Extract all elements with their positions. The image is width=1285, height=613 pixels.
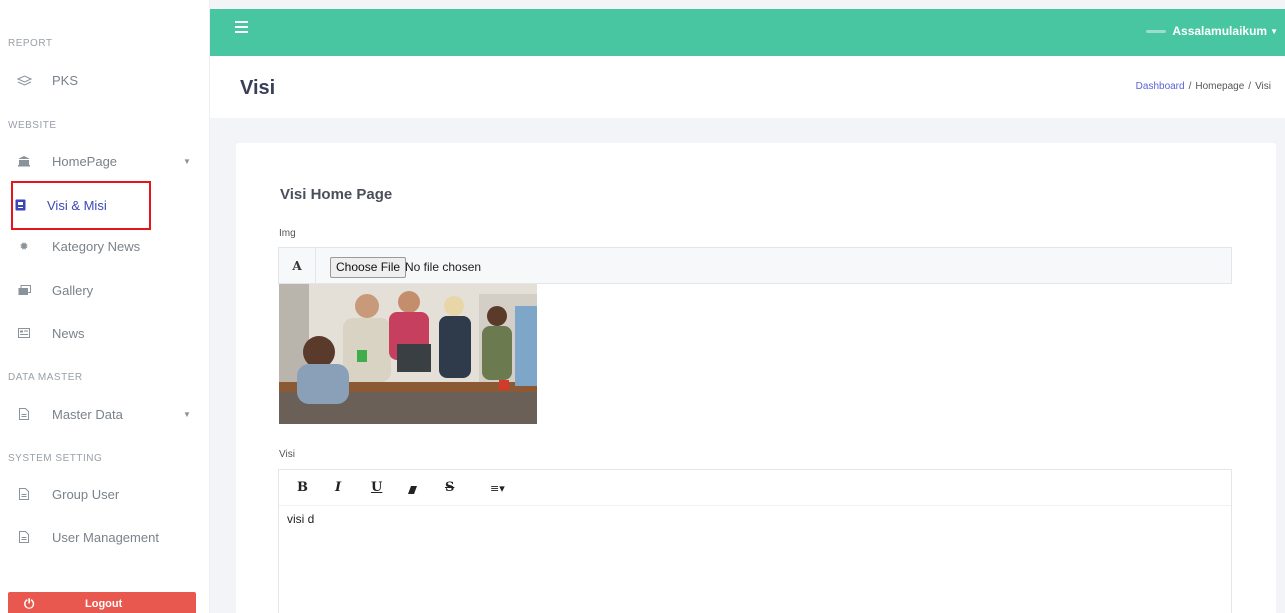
italic-button[interactable]: I [335,480,341,495]
sidebar: REPORT PKS WEBSITE HomePage ▼ Visi & Mis… [0,0,210,613]
file-input-group: A Choose File No file chosen [278,247,1232,284]
file-icon [16,406,32,422]
strikethrough-button[interactable]: S [445,480,454,495]
hamburger-icon[interactable] [235,21,248,33]
visi-label: Visi [279,449,295,460]
sidebar-item-label: Gallery [52,282,94,298]
sidebar-item-homepage[interactable]: HomePage ▼ [0,146,200,176]
choose-file-button[interactable]: Choose File [330,257,407,278]
logout-label: Logout [85,598,123,610]
sidebar-item-kategory-news[interactable]: ✹ Kategory News [0,231,200,261]
chevron-down-icon: ▼ [1270,26,1278,36]
sidebar-item-pks[interactable]: PKS [0,65,200,95]
page-title: Visi [240,77,276,99]
bank-icon [16,153,32,169]
sidebar-item-label: News [52,325,85,341]
section-website: WEBSITE [8,120,57,131]
bold-button[interactable]: B [297,480,308,495]
sidebar-item-label: HomePage [52,153,118,169]
sidebar-item-group-user[interactable]: Group User [0,479,200,509]
page-header: Visi Dashboard / Homepage / Visi [210,56,1285,118]
newspaper-icon [16,325,32,341]
file-status-text: No file chosen [405,260,482,274]
preview-image [279,284,537,424]
section-system-setting: SYSTEM SETTING [8,453,103,464]
breadcrumb: Dashboard / Homepage / Visi [1135,81,1271,92]
card-title: Visi Home Page [280,186,393,203]
breadcrumb-visi: Visi [1255,81,1271,92]
greeting-text: Assalamulaikum [1172,24,1268,38]
sidebar-item-label: PKS [52,72,79,88]
rich-text-editor: B I U S ≡▾ visi d [278,469,1232,613]
power-icon: ⏻ [24,596,35,611]
editor-content[interactable]: visi d [287,512,314,526]
editor-toolbar: B I U S ≡▾ [279,470,1231,506]
sidebar-item-gallery[interactable]: Gallery [0,275,200,305]
eraser-icon[interactable] [408,483,417,498]
section-report: REPORT [8,38,53,49]
images-icon [16,282,32,298]
underline-button[interactable]: U [371,480,382,495]
file-icon [16,529,32,545]
sidebar-item-label: Group User [52,486,120,502]
form-card: Visi Home Page Img A Choose File No file… [236,143,1276,613]
file-icon [16,486,32,502]
file-prefix-addon: A [279,248,316,283]
top-navbar: Assalamulaikum ▼ [210,9,1285,56]
sidebar-item-label: User Management [52,529,159,545]
img-label: Img [279,228,296,239]
logout-button[interactable]: ⏻ Logout [8,592,196,613]
sidebar-item-news[interactable]: News [0,318,200,348]
breadcrumb-homepage: Homepage [1195,81,1245,92]
sidebar-item-label: Kategory News [52,238,141,254]
sidebar-item-user-management[interactable]: User Management [0,522,200,552]
chevron-down-icon: ▼ [183,156,191,166]
sidebar-item-label: Master Data [52,406,123,422]
avatar [1146,29,1167,33]
breadcrumb-dashboard[interactable]: Dashboard [1136,81,1185,92]
sidebar-item-master-data[interactable]: Master Data ▼ [0,399,200,429]
chevron-down-icon: ▼ [183,409,191,419]
gear-icon: ✹ [19,240,29,253]
layers-icon [16,72,32,88]
section-data-master: DATA MASTER [8,372,83,383]
user-menu[interactable]: Assalamulaikum ▼ [1146,24,1278,38]
active-item-highlight [11,181,151,230]
align-icon[interactable]: ≡▾ [490,482,505,495]
